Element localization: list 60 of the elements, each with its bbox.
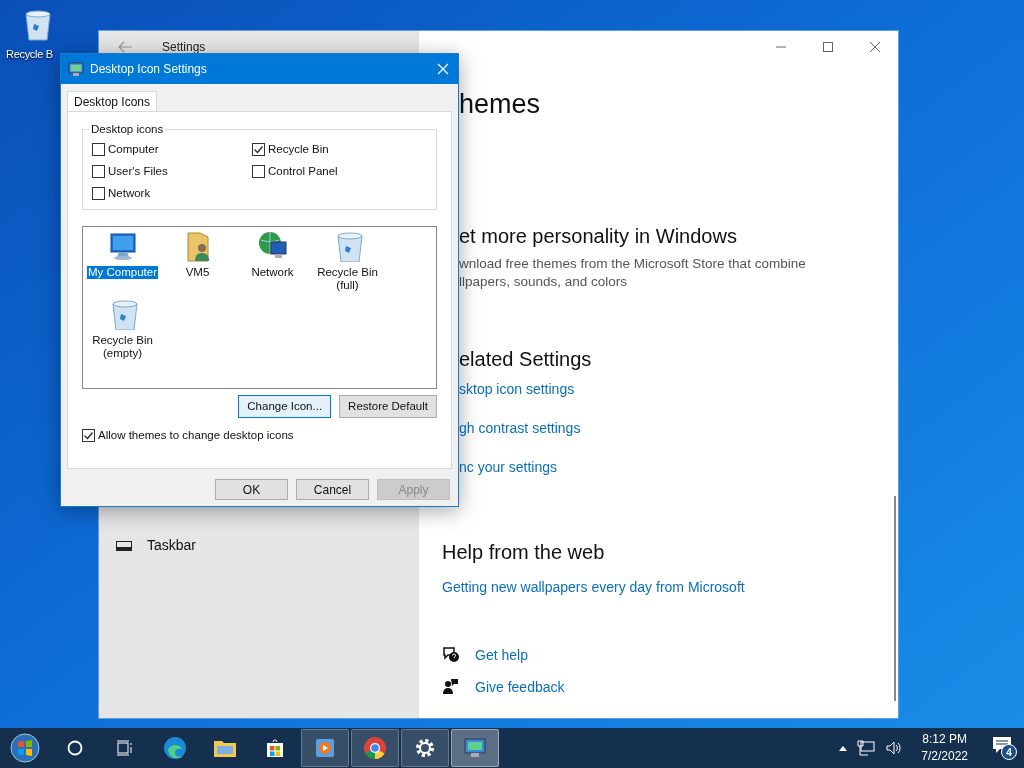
window-title: Settings — [162, 39, 206, 56]
section-heading: Help from the web — [442, 540, 606, 565]
checkbox[interactable] — [252, 165, 265, 178]
checkbox-label[interactable]: Computer — [108, 140, 159, 159]
monitor-icon — [463, 736, 487, 760]
checkbox[interactable] — [252, 143, 265, 156]
dialog-button[interactable]: OK — [215, 479, 288, 500]
desktop-icon-label[interactable]: Recycle B — [6, 46, 53, 63]
icon-label[interactable]: VM5 — [184, 266, 211, 279]
dialog-button[interactable]: Restore Default — [339, 395, 437, 418]
media-player-icon — [314, 737, 336, 759]
dialog-button[interactable]: Cancel — [296, 479, 369, 500]
group-label: Desktop icons — [89, 122, 166, 136]
browser-icon — [163, 736, 187, 760]
person-feedback-icon — [442, 678, 460, 696]
clock[interactable]: 8:12 PM 7/2/2022 — [921, 731, 968, 765]
checkbox-label[interactable]: Recycle Bin — [268, 140, 329, 159]
checkbox-label[interactable]: Allow themes to change desktop icons — [98, 427, 294, 445]
checkbox-label[interactable]: Network — [108, 184, 151, 203]
checkbox-label[interactable]: Control Panel — [268, 162, 338, 181]
gear-icon — [414, 737, 436, 759]
settings-link[interactable]: sktop icon settings — [459, 379, 806, 399]
checkbox[interactable] — [92, 165, 105, 178]
checkbox[interactable] — [92, 143, 105, 156]
sidebar-item[interactable]: Taskbar — [116, 535, 197, 556]
dialog-title: Desktop Icon Settings — [90, 61, 207, 78]
action-link[interactable]: Give feedback — [475, 677, 565, 697]
scrollbar[interactable] — [894, 496, 896, 701]
icon-label[interactable]: My Computer — [87, 266, 158, 279]
notification-badge: 4 — [1001, 744, 1017, 760]
search-circle-icon — [67, 740, 83, 756]
help-link[interactable]: Getting new wallpapers every day from Microsoft — [442, 577, 745, 597]
section-description: wnload free themes from the Microsoft Store that combine llpapers, sounds, and colors — [459, 255, 806, 291]
close-icon[interactable] — [437, 63, 449, 75]
section-heading: elated Settings — [459, 347, 593, 372]
settings-link[interactable]: nc your settings — [459, 457, 806, 477]
network-icon[interactable] — [857, 740, 876, 756]
help-chat-icon — [442, 646, 460, 664]
checkbox[interactable] — [92, 187, 105, 200]
monitor-icon — [68, 61, 84, 77]
settings-link[interactable]: gh contrast settings — [459, 418, 806, 438]
icon-label[interactable]: Recycle Bin (full) — [311, 266, 384, 292]
taskbar-button[interactable] — [401, 729, 449, 767]
taskbar-button[interactable] — [351, 729, 399, 767]
chrome-icon — [363, 736, 387, 760]
taskbar-icon — [116, 540, 132, 551]
checkbox[interactable] — [82, 429, 95, 443]
action-link[interactable]: Get help — [475, 645, 528, 665]
store-bag-icon — [264, 737, 286, 759]
icon-label[interactable]: Recycle Bin (empty) — [86, 334, 159, 360]
page-title: hemes — [459, 88, 542, 121]
section-heading: et more personality in Windows — [459, 224, 738, 249]
dialog-button[interactable]: Change Icon... — [238, 395, 332, 418]
checkbox-label[interactable]: User's Files — [108, 162, 168, 181]
volume-icon[interactable] — [885, 740, 904, 756]
icon-label[interactable]: Network — [250, 266, 295, 279]
start-orb-icon — [10, 733, 40, 763]
task-view-icon — [116, 739, 134, 757]
tab[interactable]: Desktop Icons — [67, 91, 158, 111]
caret-up-icon[interactable] — [839, 745, 848, 751]
